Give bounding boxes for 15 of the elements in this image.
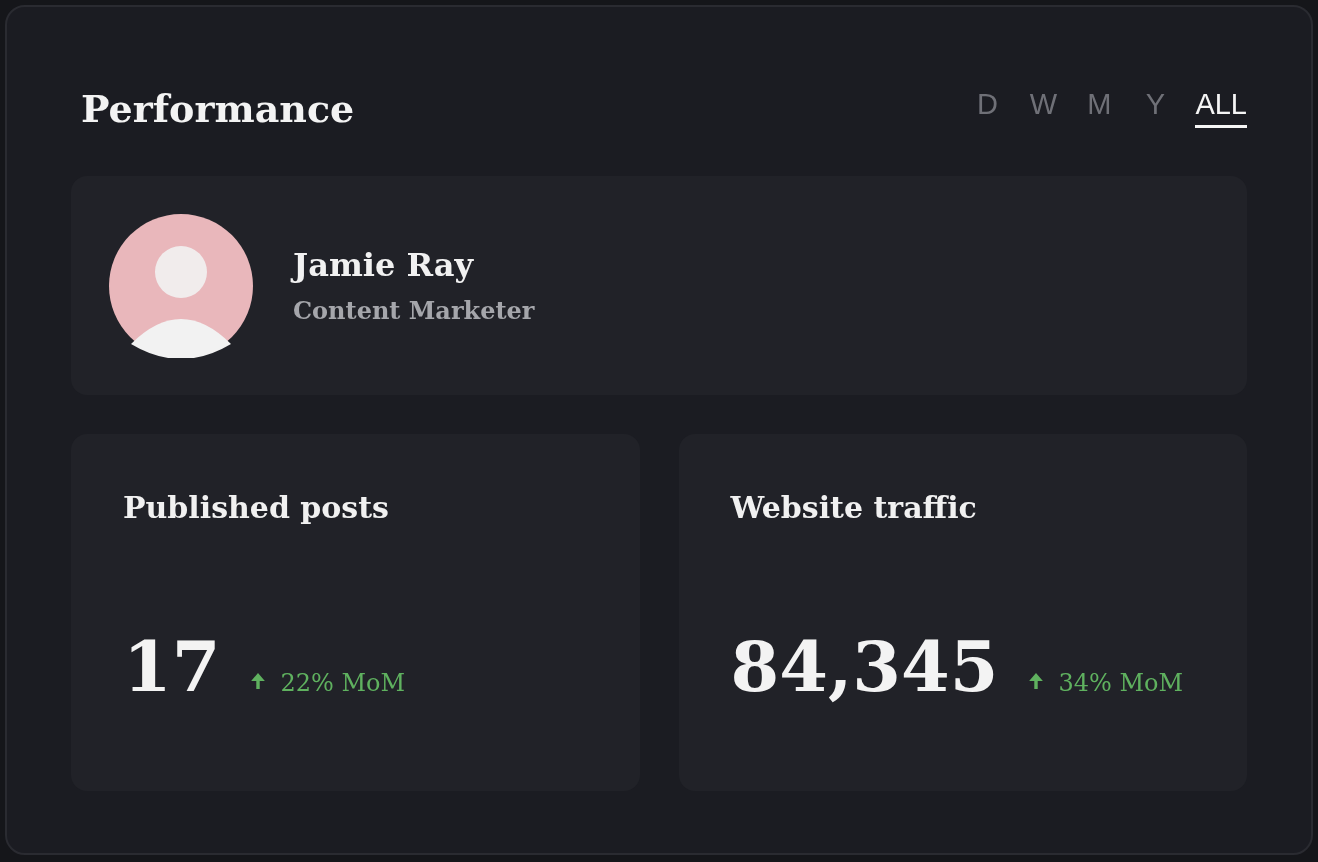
period-tab[interactable]: Y — [1139, 88, 1172, 128]
card-title: Performance — [81, 85, 355, 131]
up-arrow-icon — [1028, 671, 1045, 691]
period-tab[interactable]: D — [971, 88, 1004, 128]
stat-change: 34% MoM — [1058, 669, 1183, 697]
period-tab[interactable]: M — [1083, 88, 1116, 128]
stat-value: 17 — [123, 625, 221, 708]
profile-role: Content Marketer — [293, 296, 535, 325]
stat-value: 84,345 — [730, 625, 999, 708]
stat-change: 22% MoM — [280, 669, 405, 697]
period-tab[interactable]: ALL — [1195, 88, 1247, 128]
period-tab[interactable]: W — [1027, 88, 1060, 128]
stat-label: Published posts — [123, 490, 390, 525]
stat-label: Website traffic — [730, 490, 978, 525]
up-arrow-icon — [250, 671, 267, 691]
